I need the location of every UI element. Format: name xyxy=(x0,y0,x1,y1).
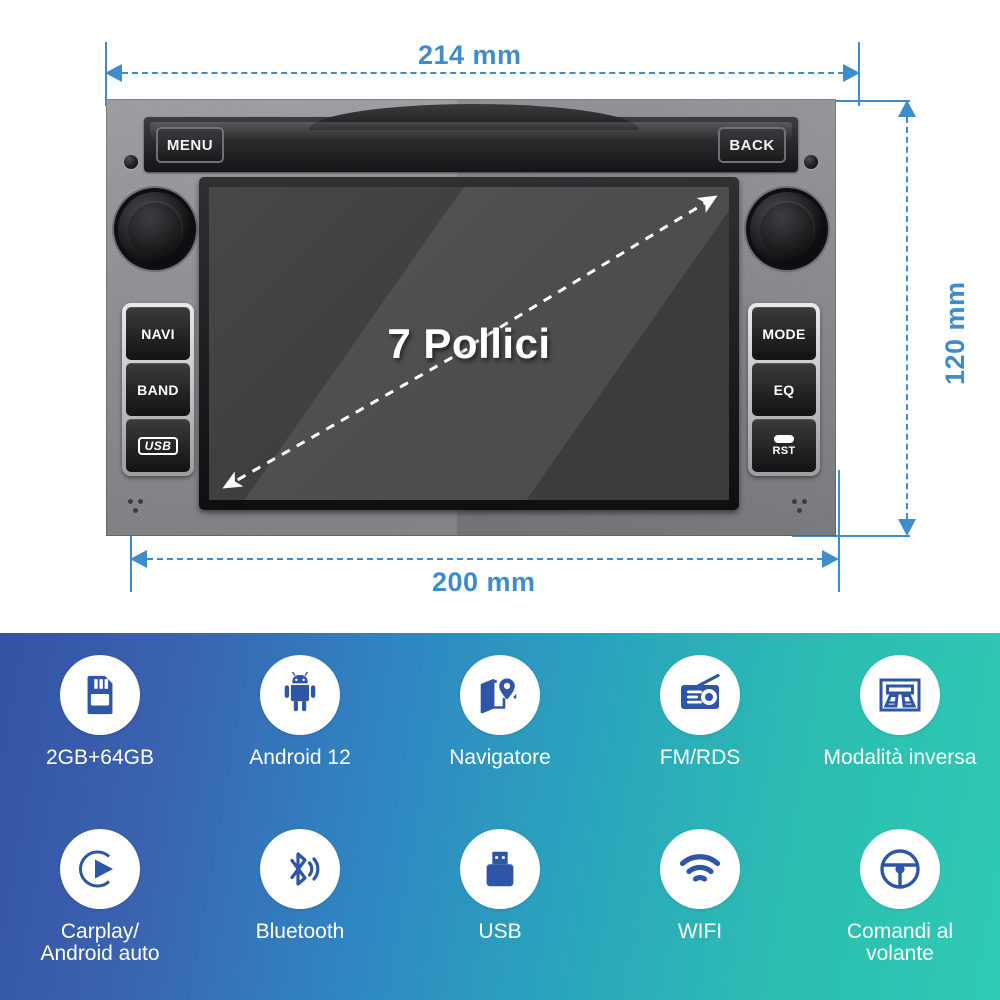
feature-label-usb: USB xyxy=(478,920,522,943)
height-arrow-up xyxy=(898,100,916,117)
feature-label-carplay: Carplay/ Android auto xyxy=(40,920,160,966)
width-top-dimension-line xyxy=(122,72,844,74)
feature-item-carplay[interactable]: Carplay/ Android auto xyxy=(0,829,200,965)
feature-panel: 2GB+64GB Android 12 Navigatore FM/RDS Mo… xyxy=(0,633,1000,1000)
steering-wheel-icon xyxy=(860,829,940,909)
feature-label-reverse: Modalità inversa xyxy=(823,746,977,769)
width-bottom-arrow-left xyxy=(130,550,147,568)
reset-button-label: RST xyxy=(772,444,796,457)
infographic-root: 214 mm 120 mm 200 mm MENU BACK NAVI BAND… xyxy=(0,0,1000,1000)
feature-item-storage[interactable]: 2GB+64GB xyxy=(0,655,200,769)
feature-item-steering[interactable]: Comandi al volante xyxy=(800,829,1000,965)
top-panel-strip: MENU BACK xyxy=(144,104,798,172)
feature-item-android[interactable]: Android 12 xyxy=(200,655,400,769)
width-top-arrow-right xyxy=(843,64,860,82)
feature-item-reverse[interactable]: Modalità inversa xyxy=(800,655,1000,769)
sd-card-icon xyxy=(60,655,140,735)
car-stereo-head-unit: MENU BACK NAVI BAND USB MODE EQ RST 7 Po… xyxy=(106,99,836,536)
tune-knob-right[interactable] xyxy=(750,192,824,266)
usb-button-label: USB xyxy=(137,436,179,455)
height-dimension-line xyxy=(906,117,908,519)
height-arrow-down xyxy=(898,519,916,536)
feature-item-radio[interactable]: FM/RDS xyxy=(600,655,800,769)
feature-item-wifi[interactable]: WIFI xyxy=(600,829,800,965)
feature-label-navigation: Navigatore xyxy=(449,746,551,769)
feature-row-2: Carplay/ Android auto Bluetooth USB WIFI… xyxy=(0,829,1000,965)
height-label: 120 mm xyxy=(940,281,970,385)
mic-holes-right xyxy=(792,499,814,519)
reset-pinhole-icon xyxy=(774,434,794,443)
feature-row-1: 2GB+64GB Android 12 Navigatore FM/RDS Mo… xyxy=(0,655,1000,769)
feature-label-storage: 2GB+64GB xyxy=(46,746,154,769)
volume-knob-left[interactable] xyxy=(118,192,192,266)
reverse-camera-icon xyxy=(860,655,940,735)
guide-line-right-bottom xyxy=(838,470,840,592)
map-pin-icon xyxy=(460,655,540,735)
usb-icon xyxy=(460,829,540,909)
feature-item-usb[interactable]: USB xyxy=(400,829,600,965)
feature-item-bluetooth[interactable]: Bluetooth xyxy=(200,829,400,965)
dimension-diagram: 214 mm 120 mm 200 mm MENU BACK NAVI BAND… xyxy=(0,0,1000,625)
width-bottom-dimension-line xyxy=(147,558,823,560)
mic-holes-left xyxy=(128,499,150,519)
band-button[interactable]: BAND xyxy=(126,363,190,416)
screen-size-text: 7 Pollici xyxy=(387,319,551,367)
feature-item-navigation[interactable]: Navigatore xyxy=(400,655,600,769)
screw-top-left xyxy=(124,155,138,169)
android-icon xyxy=(260,655,340,735)
feature-label-android: Android 12 xyxy=(249,746,351,769)
feature-label-steering: Comandi al volante xyxy=(846,920,954,966)
bluetooth-icon xyxy=(260,829,340,909)
width-top-arrow-left xyxy=(105,64,122,82)
menu-button[interactable]: MENU xyxy=(156,127,224,163)
radio-icon xyxy=(660,655,740,735)
navi-button[interactable]: NAVI xyxy=(126,307,190,360)
screen-bezel: 7 Pollici xyxy=(199,177,739,510)
reset-glyph-wrap: RST xyxy=(772,434,796,457)
feature-label-wifi: WIFI xyxy=(677,920,723,943)
eq-button[interactable]: EQ xyxy=(752,363,816,416)
width-top-label: 214 mm xyxy=(418,40,522,70)
width-bottom-arrow-right xyxy=(822,550,839,568)
usb-button[interactable]: USB xyxy=(126,419,190,472)
wifi-icon xyxy=(660,829,740,909)
carplay-icon xyxy=(60,829,140,909)
lcd-screen[interactable]: 7 Pollici xyxy=(209,187,729,500)
feature-label-radio: FM/RDS xyxy=(659,746,741,769)
panel-gloss xyxy=(150,122,792,140)
back-button[interactable]: BACK xyxy=(718,127,786,163)
screw-top-right xyxy=(804,155,818,169)
left-button-cluster: NAVI BAND USB xyxy=(122,303,194,476)
width-bottom-label: 200 mm xyxy=(432,567,536,597)
right-button-cluster: MODE EQ RST xyxy=(748,303,820,476)
mode-button[interactable]: MODE xyxy=(752,307,816,360)
reset-button[interactable]: RST xyxy=(752,419,816,472)
feature-label-bluetooth: Bluetooth xyxy=(255,920,345,943)
